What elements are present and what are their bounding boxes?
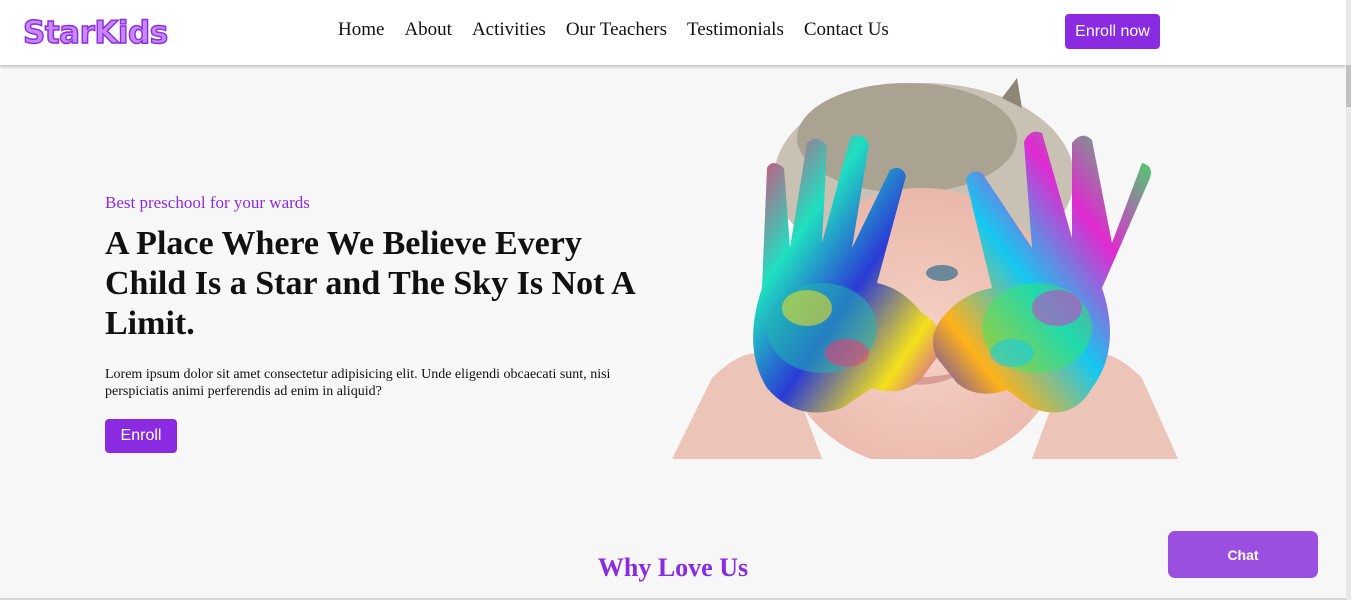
nav-link-activities[interactable]: Activities bbox=[472, 19, 546, 40]
nav-item-about: About bbox=[404, 17, 452, 43]
hero-text: Best preschool for your wards A Place Wh… bbox=[105, 192, 665, 453]
navbar: StarKids Home About Activities Our Teach… bbox=[0, 0, 1346, 65]
hero-title: A Place Where We Believe Every Child Is … bbox=[105, 225, 634, 342]
nav-item-activities: Activities bbox=[472, 17, 546, 43]
scrollbar-thumb[interactable] bbox=[1346, 65, 1351, 107]
nav-link-testimonials[interactable]: Testimonials bbox=[687, 19, 784, 40]
brand-logo[interactable]: StarKids bbox=[22, 13, 169, 53]
chat-button[interactable]: Chat bbox=[1168, 531, 1318, 578]
nav-item-testimonials: Testimonials bbox=[687, 17, 784, 43]
enroll-button[interactable]: Enroll bbox=[105, 419, 177, 453]
nav-links: Home About Activities Our Teachers Testi… bbox=[338, 17, 889, 43]
nav-item-home: Home bbox=[338, 17, 384, 43]
nav-item-contact: Contact Us bbox=[804, 17, 889, 43]
nav-item-teachers: Our Teachers bbox=[566, 17, 667, 43]
hero-eyebrow: Best preschool for your wards bbox=[105, 193, 310, 212]
child-painted-hands-photo bbox=[672, 78, 1178, 459]
nav-link-teachers[interactable]: Our Teachers bbox=[566, 19, 667, 40]
hero-image bbox=[672, 78, 1178, 459]
nav-link-contact[interactable]: Contact Us bbox=[804, 19, 889, 40]
nav-link-about[interactable]: About bbox=[404, 19, 452, 40]
section-title-why-love-us: Why Love Us bbox=[597, 553, 749, 582]
nav-link-home[interactable]: Home bbox=[338, 19, 384, 40]
hero-description: Lorem ipsum dolor sit amet consectetur a… bbox=[105, 367, 611, 399]
page-scrollbar[interactable] bbox=[1346, 0, 1351, 600]
enroll-now-button[interactable]: Enroll now bbox=[1065, 14, 1160, 49]
